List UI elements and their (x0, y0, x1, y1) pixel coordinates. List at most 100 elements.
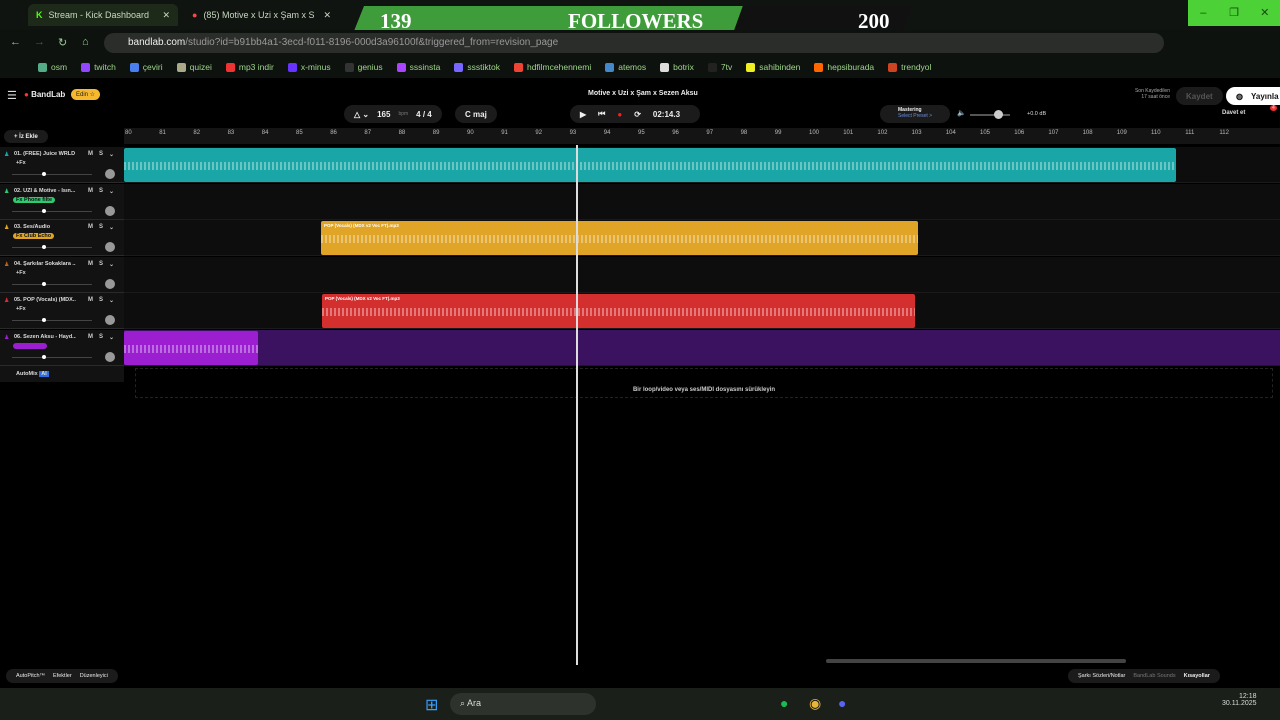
mute-button[interactable]: M (88, 151, 93, 158)
close-icon[interactable]: ✕ (323, 10, 331, 21)
reload-icon[interactable]: ↻ (58, 36, 67, 49)
bookmark[interactable]: genius (344, 62, 383, 72)
bookmark[interactable]: ssstiktok (454, 62, 500, 72)
playhead[interactable] (576, 145, 578, 665)
brand-logo[interactable]: ● BandLab (24, 90, 65, 99)
bookmark[interactable]: quizei (176, 62, 212, 72)
track-header[interactable]: ♟ 03. Ses/Audio Fx Club Echo M S ⌄ (0, 220, 124, 256)
mute-button[interactable]: M (88, 334, 93, 341)
windows-start-icon[interactable]: ⊞ (425, 695, 438, 715)
bookmark[interactable]: sssinsta (396, 62, 440, 72)
audio-clip[interactable]: POP (Vocals) (MDX v2 Voc FT).mp3 (322, 294, 915, 328)
tab-bandlab[interactable]: ● (85) Motive x Uzi x Şam x S ✕ (184, 4, 339, 26)
track-name[interactable]: 06. Sezen Aksu - Hayd... (14, 334, 76, 340)
track-name[interactable]: 01. (FREE) Juice WRLD ... (14, 151, 76, 157)
track-name[interactable]: 05. POP (Vocals) (MDX... (14, 297, 76, 303)
autopitch-button[interactable]: AutoPitch™ (16, 673, 45, 679)
bookmark[interactable]: trendyol (888, 62, 931, 72)
clock[interactable]: 12:18 30.11.2025 (1222, 693, 1257, 707)
mute-button[interactable]: M (88, 297, 93, 304)
home-icon[interactable]: ⌂ (82, 36, 89, 48)
solo-button[interactable]: S (99, 261, 103, 268)
taskbar-search[interactable]: ⌕ Ara (450, 693, 596, 715)
track-volume-slider[interactable] (12, 208, 92, 213)
fx-button[interactable]: +Fx (13, 160, 29, 166)
mute-button[interactable]: M (88, 224, 93, 231)
track-volume-slider[interactable] (12, 318, 92, 322)
audio-clip[interactable] (124, 148, 1176, 182)
record-button[interactable]: ● (617, 110, 622, 119)
track-name[interactable]: 04. Şarkılar Sokaklara ... (14, 261, 76, 267)
tab-kick[interactable]: K Stream - Kick Dashboard ✕ (28, 4, 178, 26)
solo-button[interactable]: S (99, 151, 103, 158)
bookmark[interactable]: x-minus (287, 62, 331, 72)
editor-button[interactable]: Düzenleyici (80, 673, 108, 679)
track-name[interactable]: 03. Ses/Audio (14, 224, 76, 230)
sounds-button[interactable]: BandLab Sounds (1133, 673, 1175, 679)
spotify-icon[interactable]: ● (780, 695, 788, 711)
track-volume-slider[interactable] (12, 281, 92, 286)
master-volume-slider[interactable] (970, 110, 1010, 119)
pan-knob[interactable] (105, 169, 115, 179)
track-lane[interactable] (124, 183, 1280, 220)
track-name[interactable]: 02. UZI & Motive - Isın... (14, 188, 76, 194)
bookmark[interactable]: hepsiburada (814, 62, 874, 72)
fx-button[interactable]: Fx Club Echo (13, 233, 55, 239)
bookmark[interactable]: atemos (605, 62, 646, 72)
mute-button[interactable]: M (88, 188, 93, 195)
back-icon[interactable]: ← (10, 36, 21, 48)
metronome-icon[interactable]: △ ⌄ (354, 110, 369, 119)
speaker-icon[interactable]: 🔈 (957, 109, 966, 117)
track-lane[interactable] (124, 147, 1280, 183)
chrome-icon[interactable]: ◉ (809, 695, 821, 712)
solo-button[interactable]: S (99, 224, 103, 231)
pan-knob[interactable] (105, 315, 115, 325)
discord-icon[interactable]: ● (838, 695, 846, 711)
bookmark[interactable]: mp3 indir (225, 62, 274, 72)
save-button[interactable]: Kaydet (1176, 87, 1223, 105)
mastering-button[interactable]: Mastering Select Preset > (880, 105, 950, 123)
track-header[interactable]: ♟ 05. POP (Vocals) (MDX... +Fx M S ⌄ (0, 293, 124, 329)
rewind-button[interactable]: ⏮ (598, 109, 605, 119)
chevron-down-icon[interactable]: ⌄ (109, 188, 114, 195)
pan-knob[interactable] (105, 351, 115, 362)
chevron-down-icon[interactable]: ⌄ (109, 261, 114, 268)
track-volume-slider[interactable] (12, 354, 92, 359)
track-volume-slider[interactable] (12, 172, 92, 176)
chevron-down-icon[interactable]: ⌄ (109, 334, 114, 341)
chevron-down-icon[interactable]: ⌄ (109, 297, 114, 304)
solo-button[interactable]: S (99, 297, 103, 304)
url-field[interactable]: bandlab.com/studio?id=b91bb4a1-3ecd-f011… (104, 33, 1164, 53)
invite-button[interactable]: Davet et (1222, 110, 1245, 116)
track-lane[interactable] (124, 256, 1280, 293)
project-title[interactable]: Motive x Uzi x Şam x Sezen Aksu (588, 90, 698, 97)
audio-clip[interactable]: POP (Vocals) (MDX v2 Voc FT).mp3 (321, 221, 918, 255)
track-volume-slider[interactable] (12, 245, 92, 249)
bookmark[interactable]: sahibinden (746, 62, 800, 72)
minimize-button[interactable]: – (1188, 0, 1219, 26)
bookmark[interactable]: hdfilmcehennemi (513, 62, 591, 72)
close-window-button[interactable]: ✕ (1249, 0, 1280, 26)
fx-button[interactable]: +Fx (13, 306, 29, 312)
menu-icon[interactable]: ☰ (7, 89, 17, 102)
solo-button[interactable]: S (99, 334, 103, 341)
shortcuts-button[interactable]: Kısayollar (1184, 673, 1210, 679)
track-lane[interactable] (124, 329, 1280, 366)
edit-badge[interactable]: Edin ☆ (71, 89, 101, 100)
publish-button[interactable]: ◍ Yayınla (1226, 87, 1280, 105)
chevron-down-icon[interactable]: ⌄ (109, 224, 114, 231)
bookmark[interactable]: 7tv (707, 62, 732, 72)
restore-button[interactable]: ❐ (1219, 0, 1250, 26)
track-header[interactable]: ♟ 04. Şarkılar Sokaklara ... +Fx M S ⌄ (0, 256, 124, 293)
pan-knob[interactable] (105, 205, 115, 216)
pan-knob[interactable] (105, 278, 115, 289)
play-button[interactable]: ▶ (580, 110, 586, 119)
drop-zone[interactable]: Bir loop/video veya ses/MIDI dosyasını s… (135, 368, 1273, 398)
track-header[interactable]: ♟ 06. Sezen Aksu - Hayd... M S ⌄ (0, 329, 124, 366)
track-header[interactable]: ♟ 02. UZI & Motive - Isın... Fx Phone filt… (0, 183, 124, 220)
effects-button[interactable]: Efektler (53, 673, 72, 679)
track-lane[interactable]: POP (Vocals) (MDX v2 Voc FT).mp3 (124, 220, 1280, 256)
solo-button[interactable]: S (99, 188, 103, 195)
close-icon[interactable]: ✕ (162, 10, 170, 21)
add-track-button[interactable]: + İz Ekle (4, 130, 48, 143)
